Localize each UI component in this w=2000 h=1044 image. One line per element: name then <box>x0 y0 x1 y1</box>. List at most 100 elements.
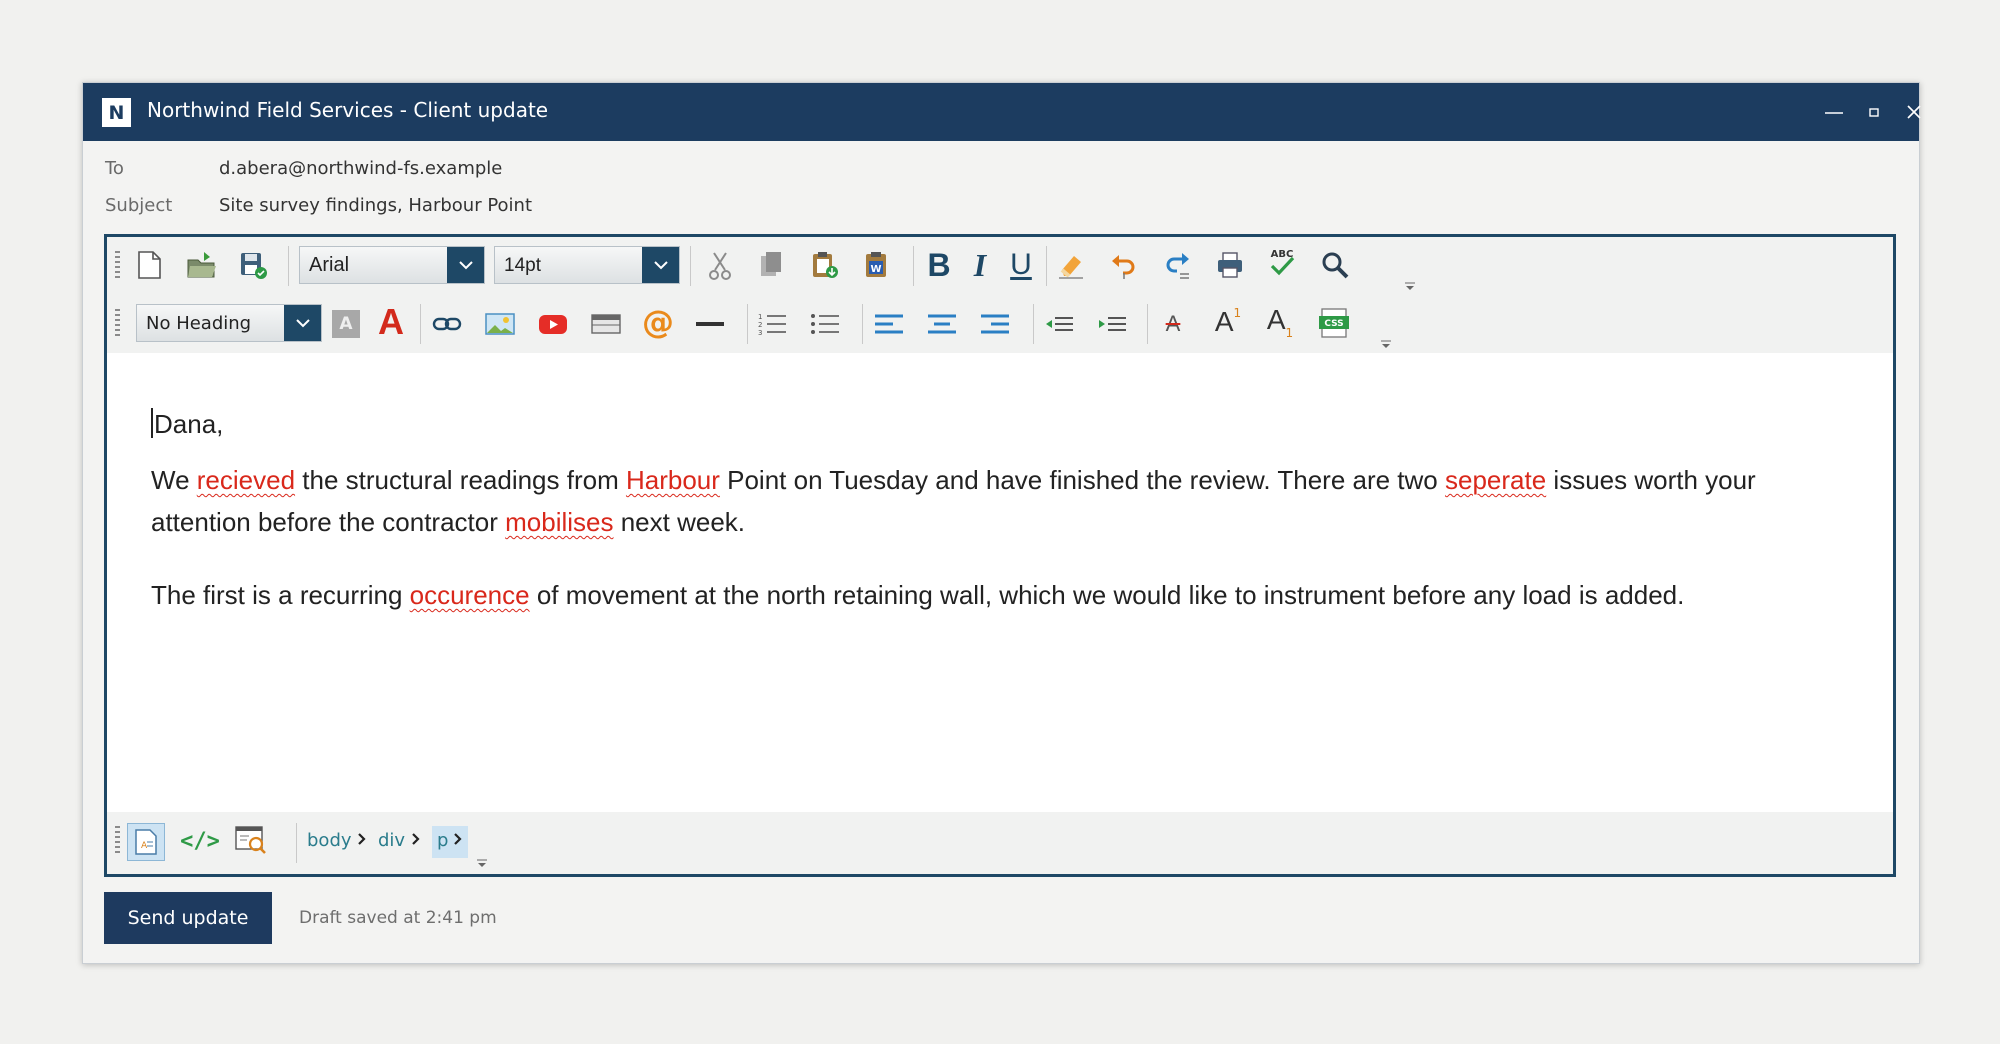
bulleted-list-button[interactable] <box>807 306 843 342</box>
minimize-button[interactable] <box>1817 95 1851 129</box>
numbered-list-button[interactable]: 123 <box>754 306 790 342</box>
heading-value: No Heading <box>146 313 252 334</box>
toolbar-separator <box>1033 304 1034 344</box>
toolbar-grip-icon[interactable] <box>115 251 120 281</box>
open-button[interactable] <box>183 247 219 283</box>
italic-icon: I <box>973 246 987 283</box>
align-right-button[interactable] <box>977 306 1013 342</box>
breadcrumb-p[interactable]: p <box>437 830 448 851</box>
horizontal-rule-button[interactable] <box>692 306 728 342</box>
svg-text:3: 3 <box>758 329 762 337</box>
design-mode-icon: A <box>135 829 157 855</box>
underline-button[interactable]: U <box>1003 247 1039 283</box>
copy-button[interactable] <box>753 247 789 283</box>
insert-video-button[interactable] <box>535 306 571 342</box>
strikethrough-button[interactable]: A <box>1155 306 1191 342</box>
preview-mode-button[interactable] <box>233 822 269 858</box>
font-size-select[interactable]: 14pt <box>494 246 680 284</box>
numbered-list-icon: 123 <box>758 313 786 337</box>
misspelled-word[interactable]: Harbour <box>626 465 720 495</box>
font-name-select[interactable]: Arial <box>299 246 485 284</box>
draft-status: Draft saved at 2:41 pm <box>299 908 497 928</box>
subject-field[interactable]: Site survey findings, Harbour Point <box>219 195 532 216</box>
body-paragraph-1: We recieved the structural readings from… <box>151 459 1849 543</box>
toolbar-separator <box>747 304 748 344</box>
redo-button[interactable] <box>1159 247 1195 283</box>
align-left-button[interactable] <box>871 306 907 342</box>
svg-text:CSS: CSS <box>1324 319 1343 329</box>
close-icon <box>1907 105 1921 119</box>
chevron-right-icon <box>454 833 462 845</box>
paragraph-text: We <box>151 465 197 495</box>
find-icon <box>1322 252 1349 279</box>
subject-label: Subject <box>105 195 173 216</box>
align-right-icon <box>981 314 1009 334</box>
misspelled-word[interactable]: seperate <box>1445 465 1546 495</box>
font-color-button[interactable]: A <box>373 301 409 342</box>
link-icon <box>432 317 462 331</box>
toolbar-overflow-icon[interactable] <box>1404 281 1416 293</box>
align-center-button[interactable] <box>924 306 960 342</box>
cut-icon <box>709 252 731 280</box>
to-field[interactable]: d.abera@northwind-fs.example <box>219 158 502 179</box>
greeting-paragraph: Dana, <box>151 403 1849 445</box>
save-icon <box>241 253 267 279</box>
breadcrumb-body[interactable]: body <box>307 830 352 851</box>
print-button[interactable] <box>1212 247 1248 283</box>
background-color-button[interactable]: A <box>328 306 364 342</box>
maximize-button[interactable] <box>1857 95 1891 129</box>
spellcheck-button[interactable]: ABC <box>1264 245 1300 281</box>
misspelled-word[interactable]: recieved <box>197 465 295 495</box>
insert-link-button[interactable] <box>429 306 465 342</box>
toolbar-grip-icon[interactable] <box>115 826 120 856</box>
paste-button[interactable] <box>807 247 843 283</box>
outdent-button[interactable] <box>1041 306 1077 342</box>
svg-text:A: A <box>141 841 148 851</box>
toolbar-overflow-icon[interactable] <box>1380 339 1392 351</box>
window-title: Northwind Field Services - Client update <box>147 98 549 122</box>
insert-table-button[interactable] <box>588 306 624 342</box>
code-mode-button[interactable]: </> <box>180 823 220 859</box>
chevron-right-icon <box>358 833 366 845</box>
undo-button[interactable] <box>1106 247 1142 283</box>
text-cursor <box>151 408 153 438</box>
maximize-icon <box>1869 108 1879 117</box>
design-mode-button[interactable]: A <box>127 823 165 861</box>
bold-button[interactable]: B <box>921 247 957 283</box>
paste-icon <box>813 252 838 278</box>
toolbar-separator <box>862 304 863 344</box>
minimize-icon <box>1825 112 1843 114</box>
find-button[interactable] <box>1317 247 1353 283</box>
send-update-button[interactable]: Send update <box>104 892 272 944</box>
superscript-button[interactable]: A1 <box>1208 304 1248 340</box>
cut-button[interactable] <box>702 248 738 284</box>
indent-button[interactable] <box>1094 306 1130 342</box>
subscript-icon: A1 <box>1266 304 1294 340</box>
misspelled-word[interactable]: mobilises <box>505 507 613 537</box>
breadcrumb-div[interactable]: div <box>378 830 405 851</box>
paste-from-word-button[interactable]: W <box>859 247 895 283</box>
close-button[interactable] <box>1897 95 1931 129</box>
toolbar-separator <box>913 246 914 286</box>
italic-button[interactable]: I <box>962 247 998 283</box>
paragraph-text: of movement at the north retaining wall,… <box>529 580 1685 610</box>
youtube-icon <box>539 315 567 334</box>
svg-text:2: 2 <box>758 321 762 329</box>
editor-content[interactable]: Dana, We recieved the structural reading… <box>107 353 1893 747</box>
clear-formatting-button[interactable] <box>1053 247 1089 283</box>
paragraph-text: Point on Tuesday and have finished the r… <box>719 465 1445 495</box>
font-color-icon: A <box>378 301 404 342</box>
new-document-button[interactable] <box>131 247 167 283</box>
print-icon <box>1218 252 1242 278</box>
toolbar-grip-icon[interactable] <box>115 309 120 339</box>
css-button[interactable]: CSS <box>1316 305 1352 341</box>
misspelled-word[interactable]: occurence <box>410 580 530 610</box>
toolbar-overflow-icon[interactable] <box>476 858 488 870</box>
font-name-value: Arial <box>309 254 350 276</box>
insert-mention-button[interactable]: @ <box>640 303 676 341</box>
subscript-button[interactable]: A1 <box>1260 304 1300 340</box>
insert-image-button[interactable] <box>482 306 518 342</box>
save-button[interactable] <box>235 247 271 283</box>
heading-select[interactable]: No Heading <box>136 304 322 342</box>
code-mode-icon: </> <box>180 828 220 854</box>
